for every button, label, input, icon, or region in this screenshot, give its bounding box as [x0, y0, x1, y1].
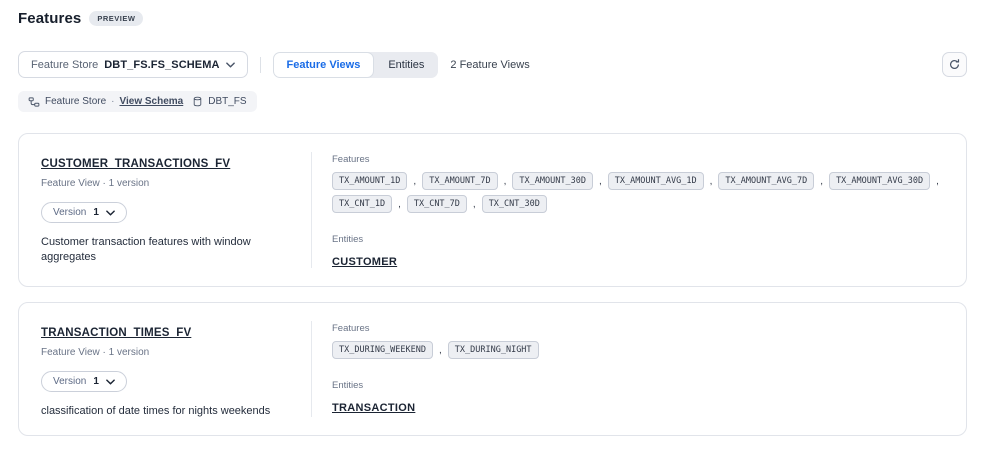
chip-separator: ,	[398, 199, 401, 210]
chevron-down-icon	[106, 379, 115, 385]
feature-view-title-link[interactable]: CUSTOMER_TRANSACTIONS_FV	[41, 158, 230, 170]
chip-separator: ,	[473, 199, 476, 210]
tab-feature-views[interactable]: Feature Views	[273, 52, 375, 78]
feature-store-icon	[28, 96, 40, 108]
chevron-down-icon	[226, 62, 235, 68]
feature-view-title-link[interactable]: TRANSACTION_TIMES_FV	[41, 327, 191, 339]
database-icon	[192, 96, 203, 107]
version-dropdown[interactable]: Version 1	[41, 371, 127, 392]
chip-separator: ,	[820, 176, 823, 187]
breadcrumb-store-label: Feature Store	[45, 96, 106, 107]
version-value: 1	[93, 207, 99, 218]
chip-separator: ,	[504, 176, 507, 187]
entities-section-label: Entities	[332, 380, 942, 391]
chip-separator: ,	[599, 176, 602, 187]
breadcrumb: Feature Store · View Schema DBT_FS	[18, 91, 257, 112]
entity-link[interactable]: TRANSACTION	[332, 402, 415, 414]
feature-chip: TX_AMOUNT_AVG_7D	[718, 172, 814, 190]
feature-chip: TX_CNT_30D	[482, 195, 547, 213]
feature-view-description: classification of date times for nights …	[41, 404, 291, 419]
view-switcher: Feature Views Entities	[273, 52, 439, 78]
feature-chip: TX_DURING_NIGHT	[448, 341, 539, 359]
entities-section-label: Entities	[332, 234, 942, 245]
feature-store-value: DBT_FS.FS_SCHEMA	[104, 59, 219, 71]
breadcrumb-separator: ·	[111, 96, 114, 107]
feature-view-card: TRANSACTION_TIMES_FV Feature View · 1 ve…	[18, 302, 967, 436]
feature-chip: TX_DURING_WEEKEND	[332, 341, 433, 359]
page-title: Features	[18, 10, 81, 27]
feature-chip: TX_AMOUNT_30D	[512, 172, 593, 190]
features-page: Features PREVIEW Feature Store DBT_FS.FS…	[0, 0, 985, 436]
features-section-label: Features	[332, 323, 942, 334]
preview-badge: PREVIEW	[89, 11, 143, 26]
card-details: Features TX_DURING_WEEKEND, TX_DURING_NIG…	[312, 303, 966, 435]
feature-chip: TX_AMOUNT_AVG_1D	[608, 172, 704, 190]
features-chip-list: TX_DURING_WEEKEND, TX_DURING_NIGHT	[332, 341, 942, 359]
chip-separator: ,	[439, 345, 442, 356]
feature-chip: TX_AMOUNT_AVG_30D	[829, 172, 930, 190]
entity-link[interactable]: CUSTOMER	[332, 256, 397, 268]
card-details: Features TX_AMOUNT_1D,TX_AMOUNT_7D,TX_AM…	[312, 134, 966, 286]
toolbar-divider	[260, 57, 261, 73]
view-schema-link[interactable]: View Schema	[120, 96, 184, 107]
feature-view-card: CUSTOMER_TRANSACTIONS_FV Feature View · …	[18, 133, 967, 287]
version-dropdown[interactable]: Version 1	[41, 202, 127, 223]
feature-view-description: Customer transaction features with windo…	[41, 235, 291, 266]
toolbar: Feature Store DBT_FS.FS_SCHEMA Feature V…	[18, 51, 967, 78]
tab-entities[interactable]: Entities	[374, 52, 438, 78]
entities-section: Entities CUSTOMER	[332, 234, 942, 270]
feature-chip: TX_AMOUNT_7D	[422, 172, 497, 190]
refresh-icon	[948, 58, 961, 71]
feature-view-subtitle: Feature View · 1 version	[41, 178, 291, 189]
card-summary: CUSTOMER_TRANSACTIONS_FV Feature View · …	[19, 134, 311, 286]
feature-store-label: Feature Store	[31, 59, 98, 71]
feature-chip: TX_AMOUNT_1D	[332, 172, 407, 190]
chip-separator: ,	[413, 176, 416, 187]
version-label: Version	[53, 376, 86, 387]
chevron-down-icon	[106, 210, 115, 216]
chip-separator: ,	[710, 176, 713, 187]
feature-store-dropdown[interactable]: Feature Store DBT_FS.FS_SCHEMA	[18, 51, 248, 78]
chip-separator: ,	[936, 176, 939, 187]
card-summary: TRANSACTION_TIMES_FV Feature View · 1 ve…	[19, 303, 311, 435]
features-chip-list: TX_AMOUNT_1D, TX_AMOUNT_7D, TX_AMOUNT_30D,…	[332, 172, 942, 213]
breadcrumb-database-name: DBT_FS	[208, 96, 246, 107]
feature-chip: TX_CNT_1D	[332, 195, 392, 213]
feature-view-subtitle: Feature View · 1 version	[41, 347, 291, 358]
refresh-button[interactable]	[942, 52, 967, 77]
page-header: Features PREVIEW	[18, 10, 967, 27]
feature-chip: TX_CNT_7D	[407, 195, 467, 213]
entities-section: Entities TRANSACTION	[332, 380, 942, 416]
version-label: Version	[53, 207, 86, 218]
version-value: 1	[93, 376, 99, 387]
features-section-label: Features	[332, 154, 942, 165]
feature-views-count: 2 Feature Views	[450, 59, 529, 71]
